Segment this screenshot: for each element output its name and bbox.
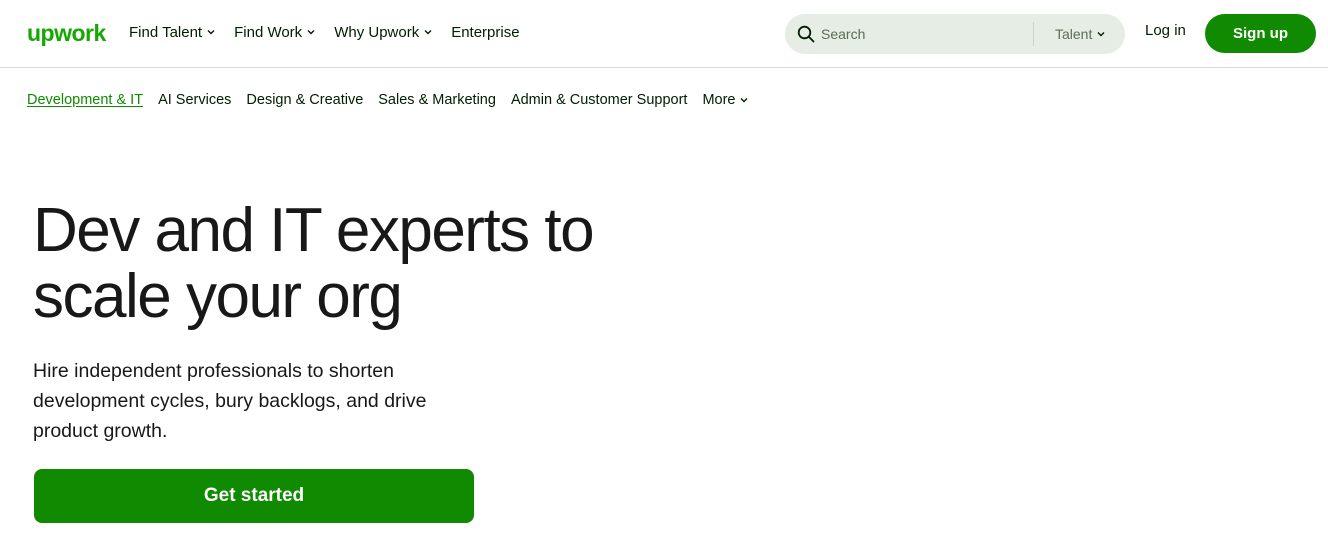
search-scope-dropdown[interactable]: Talent bbox=[1055, 24, 1106, 44]
search-input[interactable] bbox=[821, 22, 1011, 46]
subnav-more-label: More bbox=[702, 92, 736, 108]
search-icon[interactable] bbox=[797, 25, 815, 43]
search-divider bbox=[1033, 22, 1034, 46]
subnav-admin-support[interactable]: Admin & Customer Support bbox=[511, 92, 688, 108]
nav-find-talent[interactable]: Find Talent bbox=[129, 20, 216, 44]
login-link[interactable]: Log in bbox=[1145, 22, 1186, 39]
chevron-down-icon bbox=[206, 27, 216, 37]
subnav-design-creative[interactable]: Design & Creative bbox=[246, 92, 363, 108]
subnav-more[interactable]: More bbox=[702, 92, 749, 108]
chevron-down-icon bbox=[423, 27, 433, 37]
chevron-down-icon bbox=[306, 27, 316, 37]
subnav-ai-services[interactable]: AI Services bbox=[158, 92, 231, 108]
top-navigation: upwork Find Talent Find Work Why Upwork … bbox=[0, 0, 1328, 68]
nav-find-talent-label: Find Talent bbox=[129, 23, 203, 41]
upwork-logo[interactable]: upwork bbox=[27, 19, 106, 47]
get-started-button[interactable]: Get started bbox=[34, 469, 474, 523]
nav-enterprise-label: Enterprise bbox=[451, 23, 520, 41]
nav-find-work[interactable]: Find Work bbox=[234, 20, 316, 44]
subnav-development-it[interactable]: Development & IT bbox=[27, 92, 143, 108]
hero-title-line-2: scale your org bbox=[33, 262, 403, 331]
category-subnav: Development & IT AI Services Design & Cr… bbox=[27, 90, 749, 110]
hero-title: Dev and IT experts to scale your org bbox=[33, 198, 673, 330]
nav-why-upwork-label: Why Upwork bbox=[334, 23, 420, 41]
search-scope-label: Talent bbox=[1055, 26, 1093, 42]
nav-find-work-label: Find Work bbox=[234, 23, 303, 41]
signup-button[interactable]: Sign up bbox=[1205, 14, 1316, 53]
hero-title-line-1: Dev and IT experts to bbox=[33, 196, 595, 265]
nav-enterprise[interactable]: Enterprise bbox=[451, 20, 519, 44]
chevron-down-icon bbox=[739, 95, 749, 105]
main-nav: Find Talent Find Work Why Upwork Enterpr… bbox=[129, 20, 520, 44]
subnav-sales-marketing[interactable]: Sales & Marketing bbox=[378, 92, 496, 108]
nav-why-upwork[interactable]: Why Upwork bbox=[334, 20, 433, 44]
hero-subtitle: Hire independent professionals to shorte… bbox=[33, 360, 427, 442]
chevron-down-icon bbox=[1096, 29, 1106, 39]
search-bar: Talent bbox=[785, 14, 1125, 54]
